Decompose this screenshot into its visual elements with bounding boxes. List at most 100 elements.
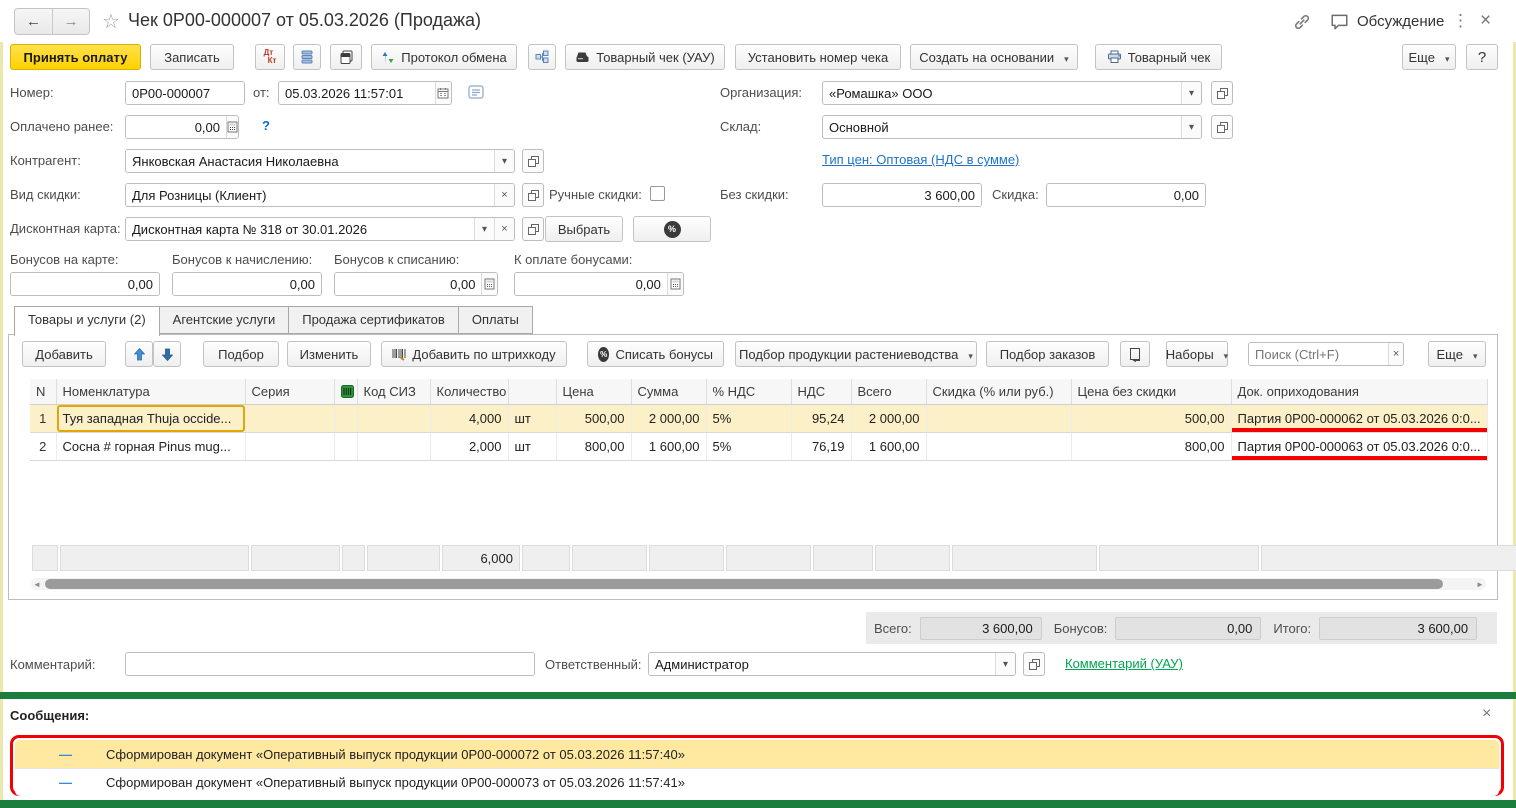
chevron-down-icon[interactable]: ▾	[1181, 82, 1201, 104]
chevron-down-icon[interactable]: ▾	[1181, 116, 1201, 138]
pay-by-bonuses-input[interactable]	[515, 273, 667, 295]
add-row-button[interactable]: Добавить	[22, 341, 106, 367]
date-input[interactable]	[279, 82, 435, 104]
col-vat[interactable]: НДС	[791, 379, 851, 404]
move-down-button[interactable]	[153, 341, 181, 367]
bonus-to-writeoff-input[interactable]	[335, 273, 481, 295]
pick-button[interactable]: Подбор	[203, 341, 279, 367]
clear-search-icon[interactable]: ×	[1388, 343, 1403, 365]
discount-field[interactable]	[1046, 183, 1206, 207]
sets-button[interactable]: Наборы	[1166, 341, 1228, 367]
warehouse-field[interactable]: ▾	[822, 115, 1202, 139]
clear-icon[interactable]: ×	[494, 218, 514, 240]
more-button[interactable]: Еще	[1402, 44, 1456, 70]
move-up-button[interactable]	[125, 341, 153, 367]
receipt-print-button[interactable]: Товарный чек	[1095, 44, 1222, 70]
structure-button[interactable]	[528, 44, 556, 70]
horizontal-scrollbar[interactable]: ◄ ►	[31, 578, 1486, 590]
clear-icon[interactable]: ×	[494, 184, 514, 206]
tab-payments[interactable]: Оплаты	[458, 306, 533, 334]
kebab-menu-icon[interactable]: ⋮	[1452, 11, 1469, 31]
col-total[interactable]: Всего	[851, 379, 926, 404]
discount-kind-field[interactable]: ×	[125, 183, 515, 207]
no-discount-field[interactable]	[822, 183, 982, 207]
col-price-no-disc[interactable]: Цена без скидки	[1071, 379, 1231, 404]
active-cell[interactable]: Туя западная Thuja occide...	[56, 404, 245, 432]
edit-row-button[interactable]: Изменить	[287, 341, 371, 367]
col-seria[interactable]: Серия	[245, 379, 334, 404]
responsible-field[interactable]: ▾	[648, 652, 1016, 676]
col-unit[interactable]	[508, 379, 556, 404]
card-discounts-button[interactable]: %	[633, 216, 711, 242]
warehouse-open-button[interactable]	[1211, 115, 1233, 139]
bonus-to-writeoff-field[interactable]	[334, 272, 498, 296]
paid-earlier-input[interactable]	[126, 116, 226, 138]
bonus-on-card-input[interactable]	[11, 273, 159, 295]
col-doc[interactable]: Док. оприходования	[1231, 379, 1487, 404]
col-n[interactable]: N	[30, 379, 56, 404]
discount-card-input[interactable]	[126, 218, 474, 240]
window-close-icon[interactable]: ×	[1480, 10, 1491, 32]
number-input[interactable]	[126, 82, 244, 104]
col-price[interactable]: Цена	[556, 379, 631, 404]
chevron-down-icon[interactable]: ▾	[995, 653, 1015, 675]
col-nomenclature[interactable]: Номенклатура	[56, 379, 245, 404]
table-row[interactable]: 2 Сосна # горная Pinus mug... 2,000 шт 8…	[30, 432, 1487, 460]
scroll-right-icon[interactable]: ►	[1474, 580, 1486, 589]
comment-uau-link[interactable]: Комментарий (УАУ)	[1065, 656, 1183, 671]
message-item[interactable]: — Сформирован документ «Оперативный выпу…	[15, 740, 1499, 768]
favorite-star-icon[interactable]: ☆	[102, 9, 120, 34]
add-by-barcode-button[interactable]: Добавить по штрихкоду	[381, 341, 567, 367]
number-field[interactable]	[125, 81, 245, 105]
price-type-link[interactable]: Тип цен: Оптовая (НДС в сумме)	[822, 152, 1019, 167]
table-more-button[interactable]: Еще	[1428, 341, 1486, 367]
scroll-left-icon[interactable]: ◄	[31, 580, 43, 589]
copy-documents-button[interactable]	[330, 44, 362, 70]
organization-field[interactable]: ▾	[822, 81, 1202, 105]
responsible-open-button[interactable]	[1023, 652, 1045, 676]
discount-input[interactable]	[1047, 184, 1205, 206]
search-field[interactable]: ×	[1248, 342, 1404, 366]
table-row[interactable]: 1 Туя западная Thuja occide... 4,000 шт …	[30, 404, 1487, 432]
pick-crop-production-button[interactable]: Подбор продукции растениеводства	[735, 341, 977, 367]
manual-discounts-checkbox[interactable]	[650, 186, 665, 201]
responsible-input[interactable]	[649, 653, 995, 675]
paid-earlier-hint[interactable]: ?	[262, 118, 270, 133]
set-receipt-number-button[interactable]: Установить номер чека	[735, 44, 901, 70]
accept-payment-button[interactable]: Принять оплату	[10, 44, 141, 70]
col-discount[interactable]: Скидка (% или руб.)	[926, 379, 1071, 404]
discount-card-field[interactable]: ▾ ×	[125, 217, 515, 241]
calculator-icon[interactable]	[481, 273, 497, 295]
bonus-on-card-field[interactable]	[10, 272, 160, 296]
writeoff-bonuses-button[interactable]: % Списать бонусы	[587, 341, 724, 367]
save-button[interactable]: Записать	[150, 44, 234, 70]
counterparty-input[interactable]	[126, 150, 494, 172]
comment-input[interactable]	[126, 653, 534, 675]
discount-kind-open-button[interactable]	[522, 183, 544, 207]
document-menu-icon[interactable]	[468, 85, 484, 99]
scrollbar-thumb[interactable]	[45, 579, 1443, 589]
date-field[interactable]	[278, 81, 452, 105]
counterparty-field[interactable]: ▾	[125, 149, 515, 173]
paid-earlier-field[interactable]	[125, 115, 239, 139]
warehouse-input[interactable]	[823, 116, 1181, 138]
journal-button[interactable]	[293, 44, 321, 70]
comment-field[interactable]	[125, 652, 535, 676]
bonus-to-accrue-input[interactable]	[173, 273, 321, 295]
organization-input[interactable]	[823, 82, 1181, 104]
col-vat-pct[interactable]: % НДС	[706, 379, 791, 404]
pick-orders-button[interactable]: Подбор заказов	[986, 341, 1109, 367]
messages-close-icon[interactable]: ×	[1482, 705, 1491, 723]
tab-certificates[interactable]: Продажа сертификатов	[288, 306, 459, 334]
forward-button[interactable]: →	[52, 9, 89, 34]
column-width-button[interactable]	[1120, 341, 1150, 367]
bonus-to-accrue-field[interactable]	[172, 272, 322, 296]
col-kod-siz[interactable]: Код СИЗ	[357, 379, 430, 404]
message-item[interactable]: — Сформирован документ «Оперативный выпу…	[15, 768, 1499, 796]
help-button[interactable]: ?	[1466, 44, 1498, 70]
col-marking[interactable]	[334, 379, 357, 404]
chevron-down-icon[interactable]: ▾	[474, 218, 494, 240]
choose-card-button[interactable]: Выбрать	[545, 216, 623, 242]
search-input[interactable]	[1249, 343, 1388, 365]
no-discount-input[interactable]	[823, 184, 981, 206]
